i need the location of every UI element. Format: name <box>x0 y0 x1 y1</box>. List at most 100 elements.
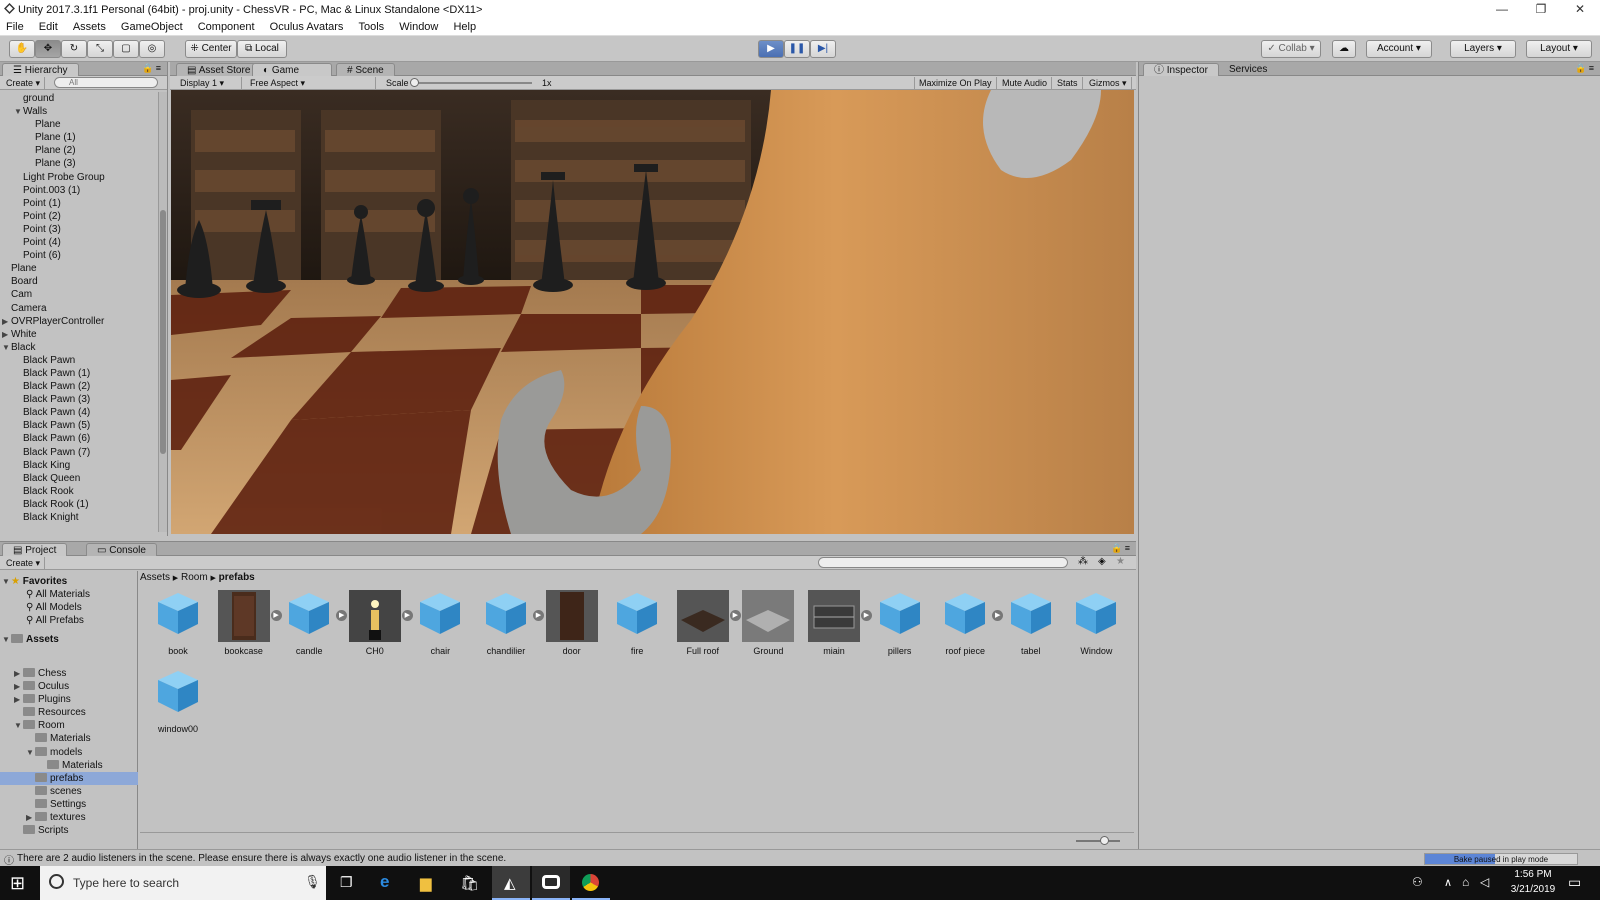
move-tool-button[interactable]: ✥ <box>35 40 61 58</box>
hierarchy-item[interactable]: Black Pawn (6) <box>0 432 158 445</box>
asset-item[interactable]: ▶ Full roof <box>673 590 741 656</box>
hierarchy-create-dropdown[interactable]: Create ▾ <box>2 77 46 89</box>
hierarchy-item[interactable]: ▼Black <box>0 341 158 354</box>
inspector-menu-icon[interactable]: 🔒 ≡ <box>1575 63 1594 74</box>
layers-dropdown[interactable]: Layers ▾ <box>1450 40 1516 58</box>
hierarchy-item[interactable]: Plane (2) <box>0 144 158 157</box>
collapsed-arrow-icon[interactable]: ▶ <box>2 315 11 328</box>
menu-oculus-avatars[interactable]: Oculus Avatars <box>264 19 350 33</box>
task-view-icon[interactable]: ❐ <box>340 874 353 891</box>
hierarchy-scrollbar[interactable] <box>158 92 167 532</box>
favorite-item[interactable]: ⚲ All Materials <box>0 588 138 601</box>
stats-toggle[interactable]: Stats <box>1053 77 1083 89</box>
favorites-node[interactable]: ▼★ Favorites <box>0 575 138 588</box>
chrome-taskbar-button[interactable] <box>572 866 610 900</box>
hierarchy-item[interactable]: ▶ OVRPlayerController <box>0 315 158 328</box>
filter-label-icon[interactable]: ◈ <box>1098 556 1106 567</box>
project-folder-item[interactable]: ▶ Chess <box>0 667 138 680</box>
hierarchy-item[interactable]: Point (1) <box>0 197 158 210</box>
status-message[interactable]: There are 2 audio listeners in the scene… <box>17 853 506 864</box>
cloud-button[interactable]: ☁ <box>1332 40 1356 58</box>
taskbar-search-box[interactable]: Type here to search 🎙 <box>40 866 326 900</box>
project-menu-icon[interactable]: 🔒 ≡ <box>1111 543 1130 554</box>
expanded-arrow-icon[interactable]: ▼ <box>2 341 11 354</box>
project-folder-item[interactable]: Scripts <box>0 824 138 837</box>
icon-size-handle[interactable] <box>1100 836 1109 845</box>
tab-scene[interactable]: # Scene <box>336 63 395 76</box>
hierarchy-item[interactable]: Point (2) <box>0 210 158 223</box>
menu-component[interactable]: Component <box>192 19 261 33</box>
asset-item[interactable]: pillers <box>870 590 930 656</box>
tab-inspector[interactable]: ⓘ Inspector <box>1143 63 1219 76</box>
scale-tool-button[interactable]: ⤡ <box>87 40 113 58</box>
clock-time[interactable]: 1:56 PM <box>1508 869 1558 880</box>
asset-item[interactable]: ▶ candle <box>279 590 348 656</box>
oculus-taskbar-button[interactable] <box>532 866 570 900</box>
close-button[interactable]: ✕ <box>1560 0 1600 19</box>
menu-edit[interactable]: Edit <box>33 19 64 33</box>
hierarchy-item[interactable]: Black Pawn (7) <box>0 446 158 459</box>
hierarchy-item[interactable]: Black Pawn (1) <box>0 367 158 380</box>
assets-node[interactable]: ▼ Assets <box>0 633 138 646</box>
hierarchy-item[interactable]: Plane <box>0 118 158 131</box>
menu-window[interactable]: Window <box>393 19 444 33</box>
project-folder-item[interactable]: Settings <box>0 798 138 811</box>
network-icon[interactable]: ⌂ <box>1462 875 1469 889</box>
tab-asset-store[interactable]: ▤ Asset Store <box>176 63 262 76</box>
aspect-dropdown[interactable]: Free Aspect ▾ <box>246 77 376 89</box>
asset-item[interactable]: ▶ chandilier <box>476 590 544 656</box>
chevron-up-icon[interactable]: ∧ <box>1444 876 1452 889</box>
hierarchy-item[interactable]: Plane <box>0 262 158 275</box>
project-folder-item[interactable]: ▶ Oculus <box>0 680 138 693</box>
menu-help[interactable]: Help <box>447 19 482 33</box>
hierarchy-item[interactable]: ▶ White <box>0 328 158 341</box>
breadcrumb-item-current[interactable]: prefabs <box>219 572 255 583</box>
maximize-button[interactable]: ❐ <box>1521 0 1561 19</box>
people-icon[interactable]: ⚇ <box>1412 875 1423 889</box>
tab-project[interactable]: ▤ Project <box>2 543 68 556</box>
collapsed-arrow-icon[interactable]: ▶ <box>14 680 23 693</box>
breadcrumb-item[interactable]: Assets <box>140 572 170 583</box>
favorite-item[interactable]: ⚲ All Prefabs <box>0 614 138 627</box>
hierarchy-item[interactable]: Point.003 (1) <box>0 184 158 197</box>
pause-button[interactable]: ❚❚ <box>784 40 810 58</box>
action-center-icon[interactable]: ▭ <box>1568 874 1581 891</box>
menu-file[interactable]: File <box>0 19 30 33</box>
asset-item[interactable]: ▶ bookcase <box>214 590 282 656</box>
hierarchy-item[interactable]: Black Pawn <box>0 354 158 367</box>
layout-dropdown[interactable]: Layout ▾ <box>1526 40 1592 58</box>
tab-hierarchy[interactable]: ☰ Hierarchy <box>2 63 79 76</box>
asset-item[interactable]: ▶ roof piece <box>935 590 1004 656</box>
project-folder-item[interactable]: ▶ textures <box>0 811 138 824</box>
display-dropdown[interactable]: Display 1 ▾ <box>176 77 242 89</box>
maximize-on-play-toggle[interactable]: Maximize On Play <box>914 77 997 89</box>
project-folder-item[interactable]: scenes <box>0 785 138 798</box>
asset-item[interactable]: tabel <box>1001 590 1061 656</box>
asset-item[interactable]: ▶ CH0 <box>345 590 413 656</box>
rotate-tool-button[interactable]: ↻ <box>61 40 87 58</box>
mute-audio-toggle[interactable]: Mute Audio <box>998 77 1053 89</box>
expanded-arrow-icon[interactable]: ▼ <box>14 719 23 732</box>
hierarchy-item[interactable]: Black Pawn (3) <box>0 393 158 406</box>
asset-item[interactable]: Ground <box>738 590 798 656</box>
hierarchy-search-input[interactable] <box>54 77 158 88</box>
menu-tools[interactable]: Tools <box>353 19 391 33</box>
project-create-dropdown[interactable]: Create ▾ <box>2 557 46 569</box>
minimize-button[interactable]: — <box>1482 0 1522 19</box>
scale-slider[interactable] <box>410 78 532 87</box>
account-dropdown[interactable]: Account ▾ <box>1366 40 1432 58</box>
hierarchy-item[interactable]: Black Rook (1) <box>0 498 158 511</box>
hierarchy-item[interactable]: Black Knight <box>0 511 158 524</box>
asset-item[interactable]: book <box>148 590 208 656</box>
asset-item[interactable]: Window <box>1066 590 1126 656</box>
hierarchy-item[interactable]: Plane (3) <box>0 157 158 170</box>
asset-item[interactable]: window00 <box>148 668 208 734</box>
favorite-item[interactable]: ⚲ All Models <box>0 601 138 614</box>
breadcrumb-item[interactable]: Room <box>181 572 208 583</box>
tab-services[interactable]: Services <box>1219 63 1277 76</box>
hand-tool-button[interactable]: ✋ <box>9 40 35 58</box>
file-explorer-icon[interactable]: ▆ <box>420 874 432 892</box>
tab-console[interactable]: ▭ Console <box>86 543 157 556</box>
gizmos-dropdown[interactable]: Gizmos ▾ <box>1085 77 1132 89</box>
volume-icon[interactable]: ◁ <box>1480 875 1489 889</box>
